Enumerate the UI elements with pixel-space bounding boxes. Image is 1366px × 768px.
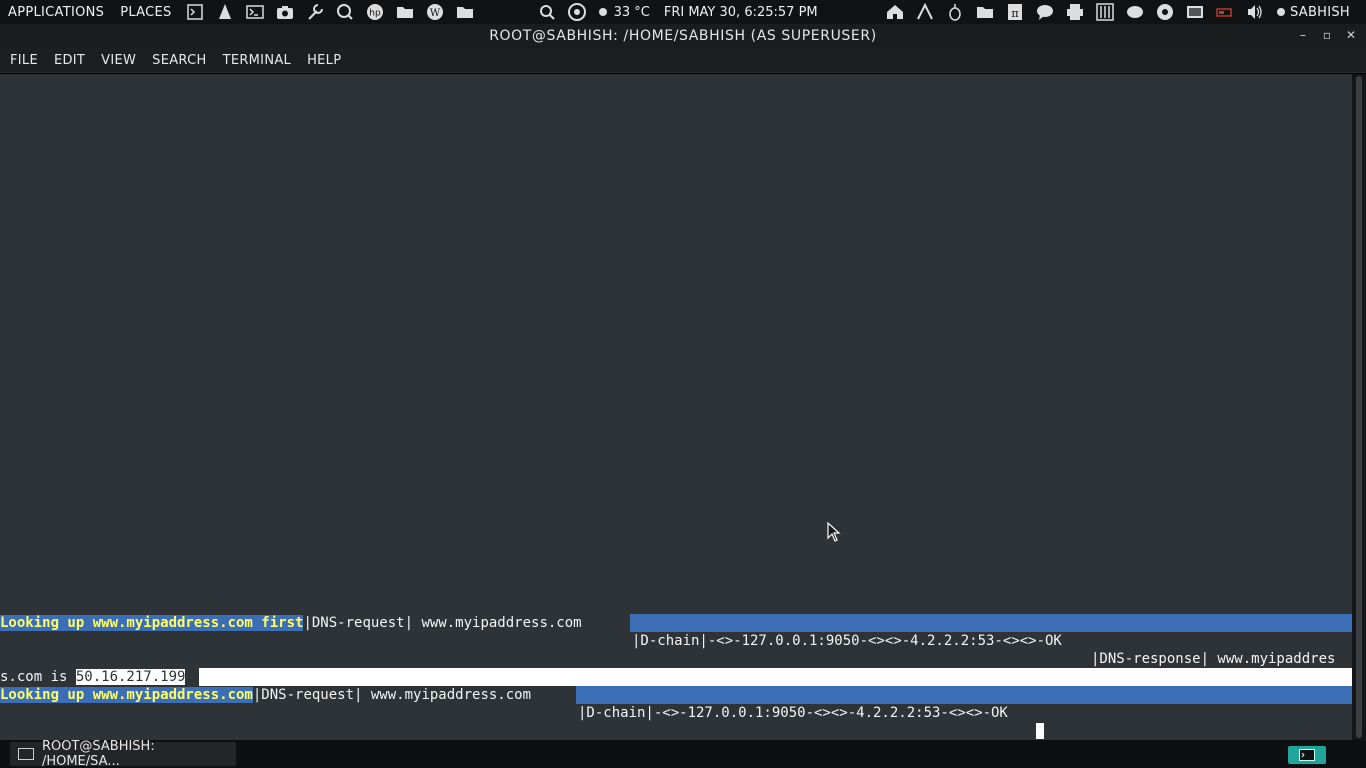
svg-text:W: W (429, 8, 440, 19)
chrome-tray-icon[interactable] (1156, 3, 1174, 21)
menu-help[interactable]: HELP (299, 53, 349, 68)
selection-highlight (576, 686, 1352, 704)
battery-icon[interactable] (1216, 3, 1234, 21)
terminal-line: |D-chain|-<>-127.0.0.1:9050-<><>-4.2.2.2… (632, 632, 1062, 650)
folder-icon[interactable] (976, 3, 994, 21)
pi-icon[interactable]: π (1006, 3, 1024, 21)
highlighted-text: Looking up www.myipaddress.com (0, 687, 253, 703)
panel-menus: APPLICATIONS PLACES hp W (0, 3, 480, 21)
hp-icon[interactable]: hp (366, 3, 384, 21)
wordpress-icon[interactable]: W (426, 3, 444, 21)
monitor-icon[interactable] (1126, 3, 1144, 21)
line-text: |DNS-response| www.myipaddres (1091, 651, 1336, 667)
terminal-line: s.com is 50.16.217.199 (0, 668, 186, 686)
terminal-launcher-icon[interactable] (186, 3, 204, 21)
panel-status: 33 °C FRI MAY 30, 6:25:57 PM (532, 3, 822, 21)
weather-search-icon[interactable] (538, 3, 556, 21)
search-app-icon[interactable] (336, 3, 354, 21)
wrench-icon[interactable] (306, 3, 324, 21)
terminal-output[interactable]: Looking up www.myipaddress.com first|DNS… (0, 74, 1352, 740)
workspace-terminal-icon (1299, 749, 1315, 761)
mixer-icon[interactable] (1096, 3, 1114, 21)
terminal-line: |DNS-response| www.myipaddres (1091, 650, 1335, 668)
volume-icon[interactable] (1246, 3, 1264, 21)
bottom-taskbar: ROOT@SABHISH: /HOME/SA... (0, 739, 1366, 768)
media-icon[interactable] (1186, 3, 1204, 21)
folder-icon[interactable] (456, 3, 474, 21)
menu-terminal[interactable]: TERMINAL (215, 53, 300, 68)
terminal-cursor (1036, 723, 1044, 739)
ip-address: 50.16.217.199 (75, 669, 186, 685)
terminal-line: Looking up www.myipaddress.com first|DNS… (0, 614, 582, 632)
menu-search[interactable]: SEARCH (144, 53, 214, 68)
line-text: |D-chain|-<>-127.0.0.1:9050-<><>-4.2.2.2… (632, 633, 1062, 649)
arc-icon[interactable] (916, 3, 934, 21)
svg-text:π: π (1011, 7, 1018, 20)
selection-highlight (199, 668, 1352, 686)
selection-highlight (630, 614, 1352, 632)
line-text: |DNS-request| www.myipaddress.com (252, 687, 532, 703)
line-text: s.com is (0, 669, 76, 685)
window-controls: – ▫ ✕ (1296, 27, 1358, 43)
places-menu[interactable]: PLACES (112, 5, 179, 20)
workspace-switcher[interactable] (1288, 746, 1326, 764)
svg-text:hp: hp (369, 9, 381, 19)
onion-icon[interactable] (946, 3, 964, 21)
printer-icon[interactable] (1066, 3, 1084, 21)
window-title: ROOT@SABHISH: /HOME/SABHISH (AS SUPERUSE… (489, 28, 877, 44)
system-tray: π SABHISH (880, 3, 1366, 21)
terminal-task-icon (18, 748, 34, 760)
weather-icon (598, 3, 608, 21)
user-menu[interactable]: SABHISH (1290, 5, 1358, 20)
terminal-line: Looking up www.myipaddress.com|DNS-reque… (0, 686, 531, 704)
menu-file[interactable]: FILE (2, 53, 46, 68)
user-status-icon (1276, 3, 1286, 21)
line-text: |D-chain|-<>-127.0.0.1:9050-<><>-4.2.2.2… (578, 705, 1008, 721)
temperature[interactable]: 33 °C (614, 5, 650, 20)
menu-view[interactable]: VIEW (93, 53, 144, 68)
console-icon[interactable] (245, 3, 264, 21)
folder-icon[interactable] (396, 3, 414, 21)
close-button[interactable]: ✕ (1344, 27, 1358, 43)
highlighted-text: Looking up www.myipaddress.com first (0, 615, 304, 631)
clock[interactable]: FRI MAY 30, 6:25:57 PM (664, 5, 818, 20)
menu-edit[interactable]: EDIT (46, 53, 93, 68)
line-text: |DNS-request| www.myipaddress.com (303, 615, 582, 631)
window-titlebar[interactable]: ROOT@SABHISH: /HOME/SABHISH (AS SUPERUSE… (0, 24, 1366, 48)
chat-icon[interactable] (1036, 3, 1054, 21)
chrome-icon[interactable] (567, 3, 586, 21)
camera-icon[interactable] (276, 3, 294, 21)
top-panel: APPLICATIONS PLACES hp W 33 °C FRI MAY 3… (0, 0, 1366, 24)
text-editor-icon[interactable] (216, 3, 234, 21)
terminal-scrollbar[interactable] (1352, 74, 1366, 740)
taskbar-window-button[interactable]: ROOT@SABHISH: /HOME/SA... (10, 739, 236, 768)
terminal-line: |D-chain|-<>-127.0.0.1:9050-<><>-4.2.2.2… (578, 704, 1008, 722)
scrollbar-thumb[interactable] (1356, 76, 1362, 738)
terminal-menubar: FILE EDIT VIEW SEARCH TERMINAL HELP (0, 48, 1366, 73)
maximize-button[interactable]: ▫ (1320, 27, 1334, 43)
applications-menu[interactable]: APPLICATIONS (0, 5, 112, 20)
home-icon[interactable] (886, 3, 904, 21)
mouse-pointer-icon (827, 522, 841, 542)
taskbar-window-label: ROOT@SABHISH: /HOME/SA... (41, 739, 155, 768)
minimize-button[interactable]: – (1296, 27, 1310, 43)
